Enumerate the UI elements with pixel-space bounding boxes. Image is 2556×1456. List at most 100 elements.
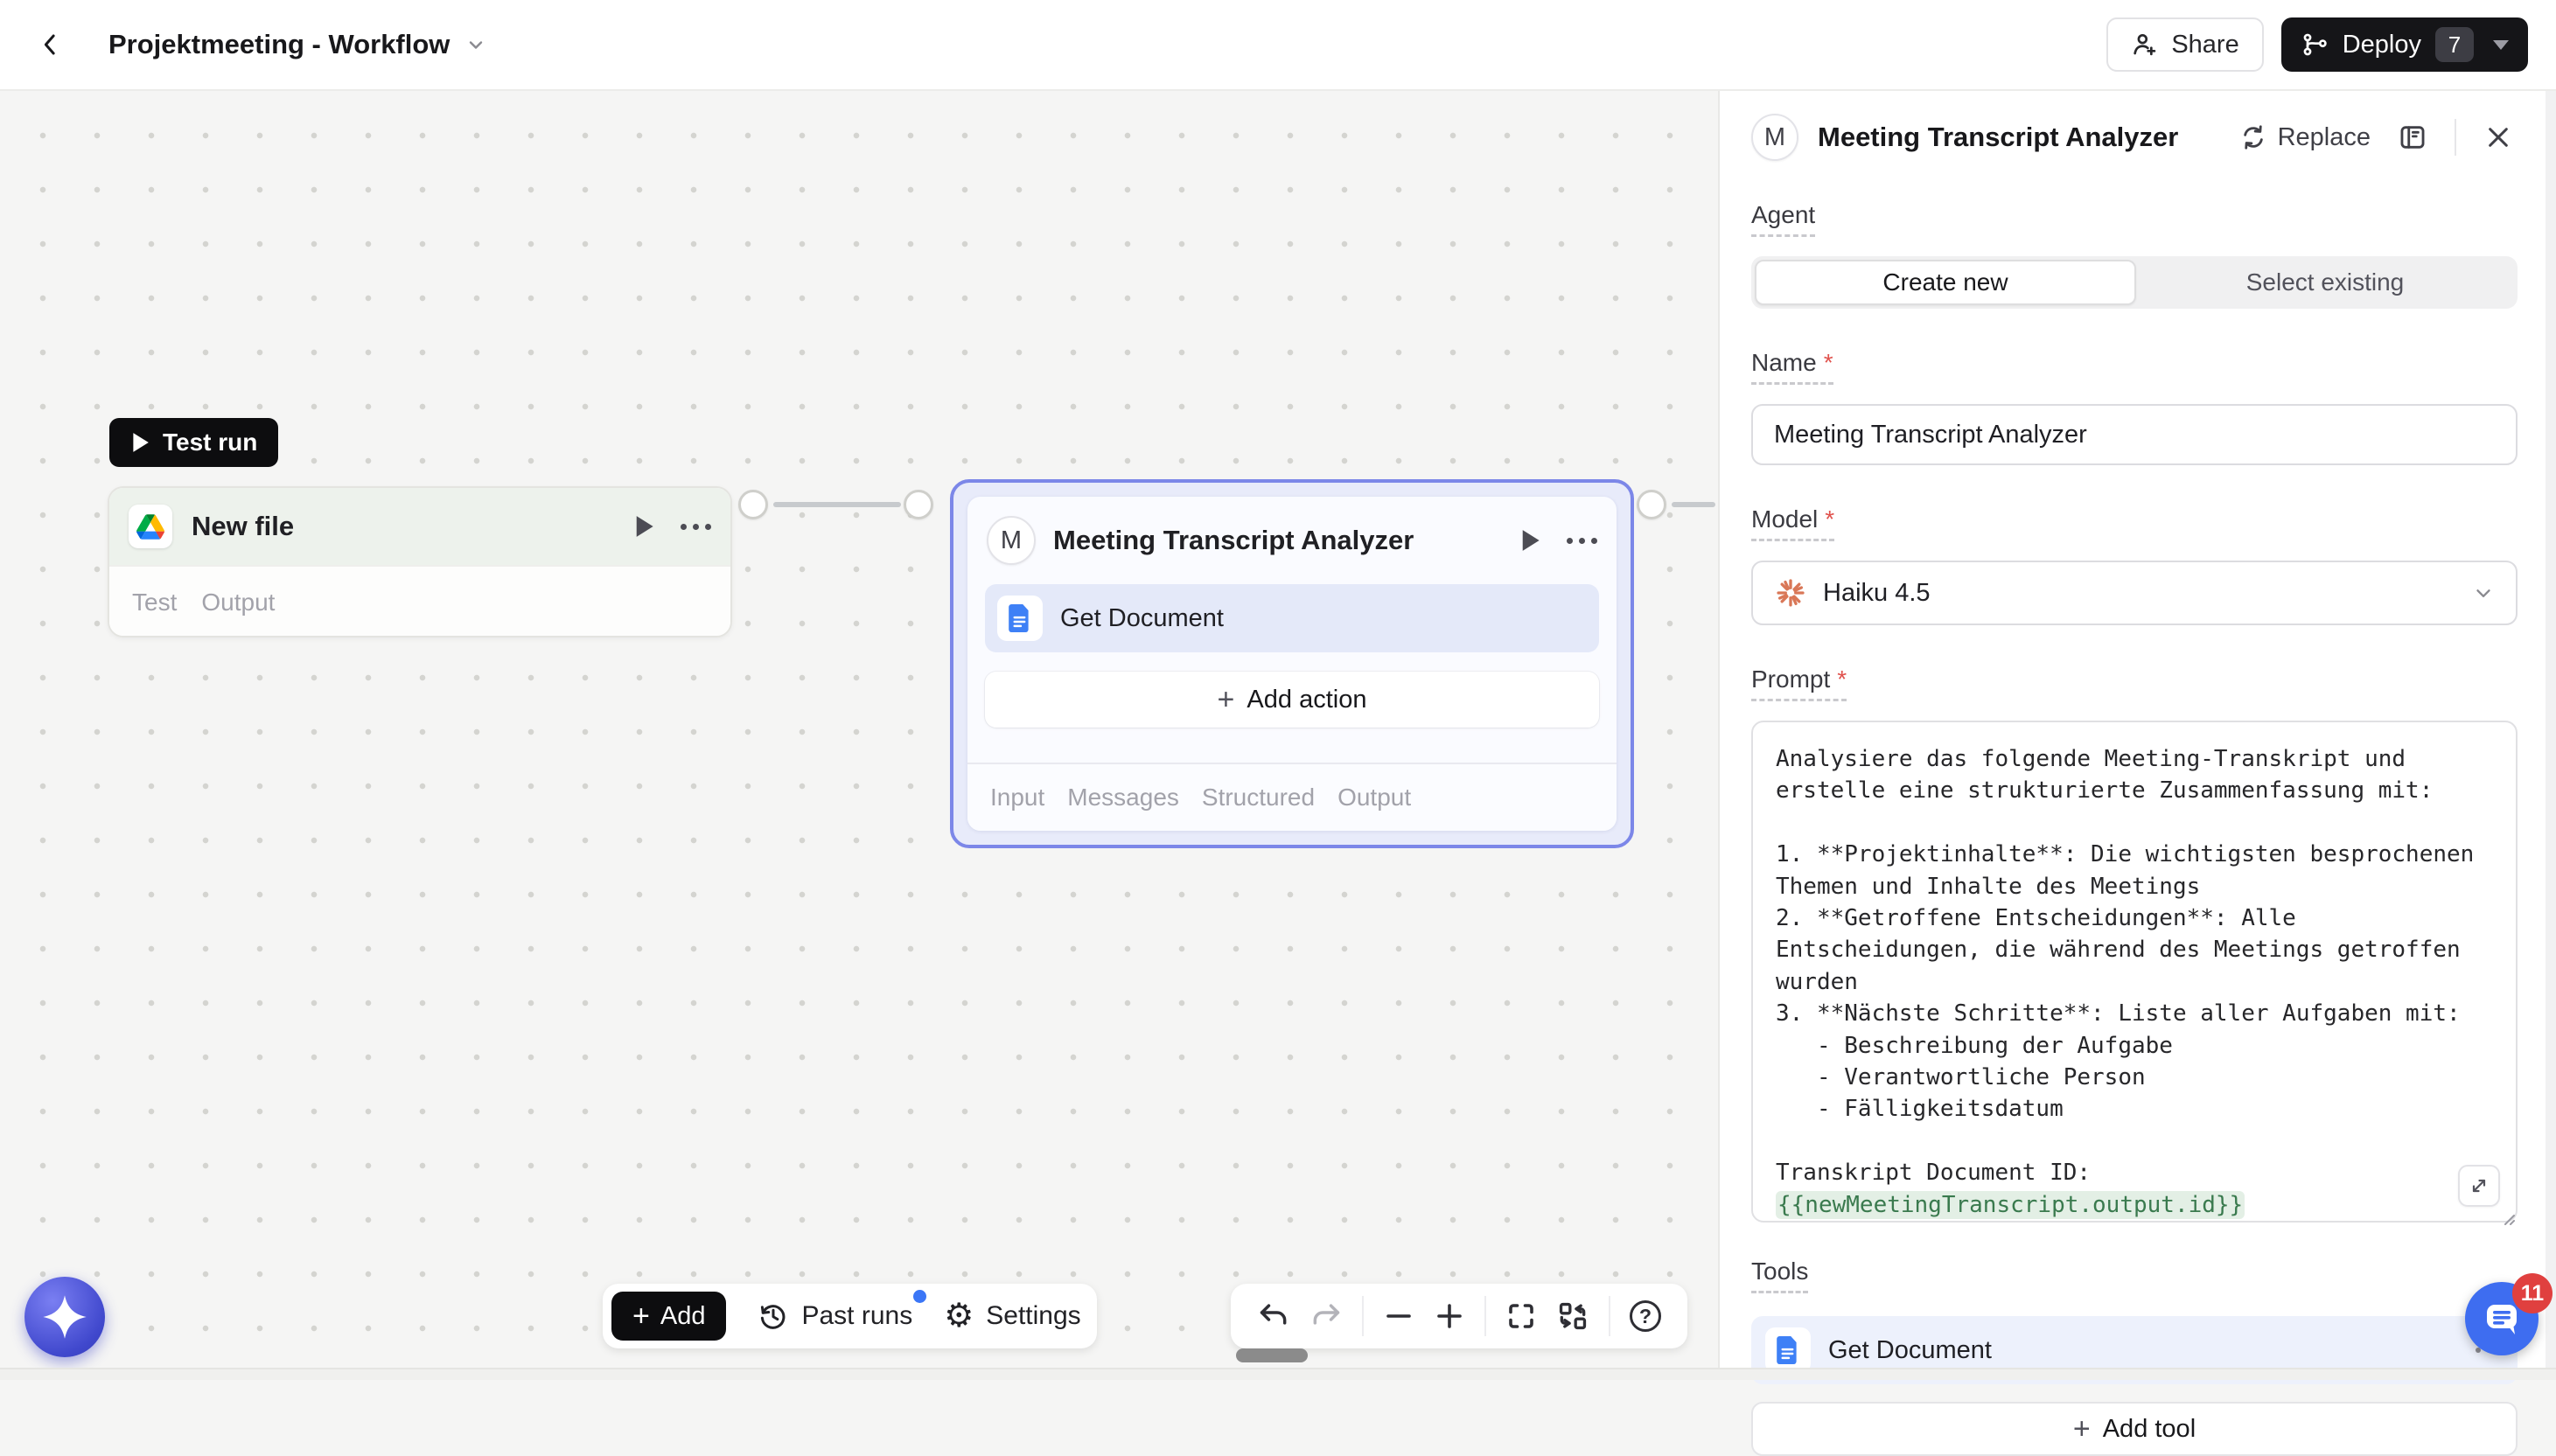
action-get-document[interactable]: Get Document bbox=[985, 584, 1599, 652]
run-node-button[interactable] bbox=[1519, 529, 1540, 552]
input-port[interactable] bbox=[904, 490, 933, 519]
panel-title: Meeting Transcript Analyzer bbox=[1818, 122, 2220, 153]
help-button[interactable]: ? bbox=[1630, 1300, 1661, 1332]
tab-messages[interactable]: Messages bbox=[1067, 784, 1179, 812]
node-menu-button[interactable] bbox=[681, 524, 711, 530]
claude-logo-icon bbox=[1774, 576, 1807, 610]
zoom-toolbar: ? bbox=[1231, 1284, 1687, 1348]
required-asterisk: * bbox=[1824, 349, 1833, 376]
tab-output[interactable]: Output bbox=[1337, 784, 1411, 812]
replace-label: Replace bbox=[2278, 123, 2371, 152]
header-divider bbox=[2455, 119, 2456, 156]
back-button[interactable] bbox=[23, 17, 79, 73]
toolbar-divider bbox=[1609, 1296, 1610, 1336]
deploy-caret-icon[interactable] bbox=[2493, 40, 2509, 50]
add-action-label: Add action bbox=[1247, 686, 1366, 714]
test-run-button[interactable]: Test run bbox=[109, 418, 278, 467]
canvas-toolbar: + Add Past runs ⚙ Settings bbox=[603, 1284, 1097, 1348]
agent-tabs: Create new Select existing bbox=[1751, 256, 2518, 309]
node-analyzer-tabs: Input Messages Structured Output bbox=[967, 763, 1617, 831]
tool-name: Get Document bbox=[1828, 1336, 2458, 1365]
replace-button[interactable]: Replace bbox=[2239, 123, 2371, 152]
edge-connector bbox=[773, 502, 901, 507]
workflow-canvas[interactable]: Test run New file bbox=[0, 91, 1718, 1380]
prompt-textarea[interactable]: Analysiere das folgende Meeting-Transkri… bbox=[1751, 721, 2518, 1223]
zoom-out-button[interactable] bbox=[1383, 1300, 1414, 1332]
output-port-analyzer[interactable] bbox=[1637, 490, 1666, 519]
past-runs-button[interactable]: Past runs bbox=[758, 1300, 912, 1332]
tab-create-new[interactable]: Create new bbox=[1755, 260, 2136, 305]
chevron-down-icon bbox=[2472, 582, 2495, 604]
horizontal-scrollbar-thumb[interactable] bbox=[1236, 1348, 1308, 1362]
required-asterisk: * bbox=[1837, 665, 1847, 693]
node-analyzer-header: M Meeting Transcript Analyzer bbox=[967, 497, 1617, 579]
resize-handle-icon[interactable] bbox=[2500, 1210, 2518, 1228]
model-label: Model* bbox=[1751, 505, 1834, 541]
deploy-count-badge: 7 bbox=[2435, 27, 2474, 62]
node-analyzer-title: Meeting Transcript Analyzer bbox=[1053, 525, 1502, 556]
redo-button[interactable] bbox=[1309, 1299, 1343, 1333]
get-document-label: Get Document bbox=[1060, 604, 1224, 633]
close-icon[interactable] bbox=[2479, 118, 2518, 157]
name-value: Meeting Transcript Analyzer bbox=[1774, 421, 2087, 449]
workflow-title: Projektmeeting - Workflow bbox=[108, 29, 450, 60]
top-bar: Projektmeeting - Workflow Share Deploy 7 bbox=[0, 0, 2556, 91]
add-label: Add bbox=[660, 1302, 706, 1331]
node-new-file-header: New file bbox=[109, 488, 730, 565]
settings-label: Settings bbox=[986, 1301, 1080, 1331]
side-panel-icon[interactable] bbox=[2393, 118, 2432, 157]
google-docs-icon bbox=[1765, 1327, 1811, 1373]
test-run-label: Test run bbox=[163, 428, 257, 456]
branch-icon bbox=[2301, 31, 2329, 59]
deploy-label: Deploy bbox=[2343, 31, 2421, 59]
tab-select-existing[interactable]: Select existing bbox=[2136, 260, 2514, 305]
name-label: Name* bbox=[1751, 349, 1833, 385]
notification-dot bbox=[913, 1290, 926, 1303]
tab-output[interactable]: Output bbox=[201, 589, 275, 617]
google-docs-icon bbox=[997, 596, 1043, 641]
tab-structured[interactable]: Structured bbox=[1202, 784, 1315, 812]
run-node-button[interactable] bbox=[633, 515, 654, 538]
agent-label: Agent bbox=[1751, 201, 1815, 237]
add-tool-label: Add tool bbox=[2103, 1415, 2196, 1444]
gear-icon: ⚙ bbox=[944, 1299, 974, 1333]
node-analyzer-selected[interactable]: M Meeting Transcript Analyzer bbox=[950, 479, 1634, 848]
sparkle-icon bbox=[42, 1294, 87, 1340]
workflow-title-group[interactable]: Projektmeeting - Workflow bbox=[108, 29, 486, 60]
ai-assistant-button[interactable] bbox=[24, 1277, 105, 1357]
model-select[interactable]: Haiku 4.5 bbox=[1751, 561, 2518, 625]
history-icon bbox=[758, 1300, 789, 1332]
node-new-file-tabs: Test Output bbox=[109, 565, 730, 637]
undo-button[interactable] bbox=[1257, 1299, 1290, 1333]
output-port[interactable] bbox=[738, 490, 768, 519]
share-person-plus-icon bbox=[2131, 31, 2159, 59]
node-new-file-title: New file bbox=[192, 511, 614, 542]
panel-scrollbar[interactable] bbox=[2546, 91, 2556, 1380]
add-node-button[interactable]: + Add bbox=[611, 1292, 726, 1341]
node-new-file[interactable]: New file Test Output bbox=[108, 486, 732, 637]
zoom-in-button[interactable] bbox=[1434, 1300, 1465, 1332]
tab-input[interactable]: Input bbox=[990, 784, 1044, 812]
fit-view-icon[interactable] bbox=[1505, 1300, 1537, 1332]
toolbar-divider bbox=[1362, 1296, 1364, 1336]
expand-prompt-button[interactable] bbox=[2458, 1165, 2500, 1207]
share-button[interactable]: Share bbox=[2106, 17, 2263, 72]
deploy-button[interactable]: Deploy 7 bbox=[2281, 17, 2528, 72]
add-action-button[interactable]: + Add action bbox=[985, 672, 1599, 728]
node-menu-button[interactable] bbox=[1567, 538, 1597, 544]
chevron-down-icon bbox=[465, 34, 486, 55]
add-tool-button[interactable]: + Add tool bbox=[1751, 1402, 2518, 1456]
share-label: Share bbox=[2171, 31, 2238, 59]
settings-button[interactable]: ⚙ Settings bbox=[944, 1299, 1080, 1333]
model-value: Haiku 4.5 bbox=[1823, 579, 1931, 608]
panel-avatar: M bbox=[1751, 114, 1798, 161]
required-asterisk: * bbox=[1825, 505, 1834, 533]
swap-icon bbox=[2239, 123, 2267, 151]
tab-test[interactable]: Test bbox=[132, 589, 177, 617]
analyzer-avatar: M bbox=[987, 516, 1036, 565]
name-input[interactable]: Meeting Transcript Analyzer bbox=[1751, 404, 2518, 465]
template-variable: {{newMeetingTranscript.output.id}} bbox=[1776, 1191, 2245, 1219]
plus-icon: + bbox=[2073, 1414, 2091, 1444]
play-icon bbox=[130, 432, 150, 453]
auto-layout-icon[interactable] bbox=[1556, 1299, 1589, 1333]
